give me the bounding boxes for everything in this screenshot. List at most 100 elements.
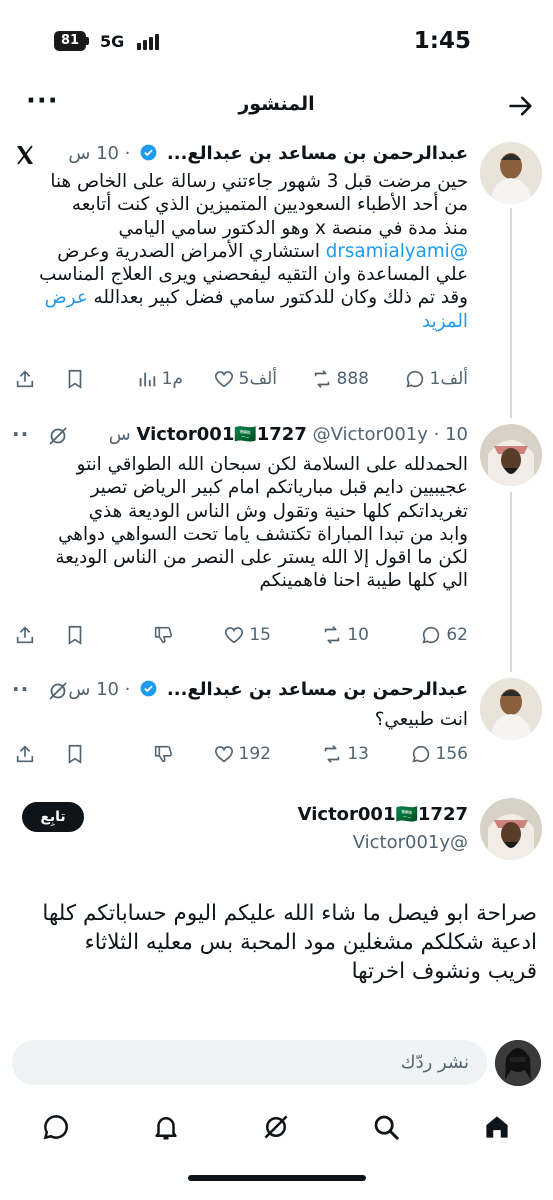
avatar[interactable] [480,142,542,204]
post-text-line: تغريداتكم كلها حنية وتقول وش الناس الودي… [88,500,468,522]
reply-button[interactable]: 62 [420,620,468,650]
page-title: المنشور [238,93,315,115]
search-icon[interactable] [371,1112,401,1142]
post-actions: 1ألف 888 5ألف 1م [0,364,553,394]
home-icon[interactable] [482,1112,512,1142]
post-text-line: الحمدلله على السلامة لكن سبحان الله الطو… [76,454,468,475]
avatar[interactable] [480,798,542,860]
share-icon[interactable] [14,620,36,650]
thread-post[interactable]: عبدالرحمن بن مساعد بن عبدالع... · 10 س ·… [0,676,553,776]
post-text-line: @drsamialyami استشاري الأمراض الصدرية وع… [8,240,468,263]
follow-button[interactable]: تابِع [22,802,84,832]
author-name[interactable]: Victor001🇸🇦1727 [298,804,468,825]
bottom-nav [0,1100,553,1160]
repost-button[interactable]: 13 [321,739,369,769]
mention-link[interactable]: @drsamialyami [326,241,468,262]
post-text-line: وابد من تبدا المباراة تكتشف ياما تحت الس… [58,523,468,545]
reply-icon [406,370,423,388]
arrow-right-icon[interactable] [507,92,535,120]
author-name[interactable]: عبدالرحمن بن مساعد بن عبدالع... [167,143,468,164]
grok-icon[interactable] [261,1112,291,1142]
post-text-fragment: وقد تم ذلك وكان للدكتور سامي فضل كبير بع… [93,287,468,309]
repost-icon [325,626,340,644]
like-count: 15 [249,625,271,645]
avatar[interactable] [480,678,542,740]
author-name[interactable]: Victor001🇸🇦1727 [136,424,306,445]
post-text-line: علي المساعدة وان التقيه ليفحصني ويرى الع… [39,264,468,286]
like-button[interactable]: 192 [213,739,271,769]
more-dots-icon[interactable]: ·· [12,677,29,701]
post-actions: 62 10 15 [0,620,553,650]
views-count: 1م [161,369,183,389]
show-more-link[interactable]: المزيد [8,310,468,333]
show-more-link-start[interactable]: عرض [45,287,88,308]
bookmark-icon[interactable] [64,364,86,394]
thread-post[interactable]: عبدالرحمن بن مساعد بن عبدالع... · 10 س ح… [0,140,553,405]
verified-badge-icon [140,144,157,161]
thread-post[interactable]: Victor001🇸🇦1727 @Victor001y · 10 س ·· ال… [0,420,553,650]
downvote-icon[interactable] [152,739,174,769]
post-text: صراحة ابو فيصل ما شاء الله عليكم اليوم ح… [18,899,537,986]
views-button[interactable]: 1م [136,364,183,394]
post-time: 10 س [68,679,119,700]
more-dots-icon[interactable]: ·· [12,422,29,446]
repost-button[interactable]: 888 [311,364,369,394]
signal-icon [137,34,163,50]
reply-count: 156 [435,744,468,764]
post-text-line: وقد تم ذلك وكان للدكتور سامي فضل كبير بع… [8,286,468,309]
x-logo-icon[interactable] [13,143,37,167]
reply-button[interactable]: 1ألف [404,364,468,394]
author-name[interactable]: عبدالرحمن بن مساعد بن عبدالع... [167,679,468,700]
post-text: حين مرضت قبل 3 شهور جاءتني رسالة على الخ… [8,170,468,333]
post-text-line: لكن ما اقول إلا الله يستر على النصر من ا… [55,547,468,569]
reply-input[interactable]: نشر ردّك [12,1040,487,1085]
battery-tip [86,37,89,45]
notifications-icon[interactable] [151,1112,181,1142]
reply-count: 1ألف [429,369,468,389]
grok-icon[interactable] [46,679,70,703]
author-handle: @Victor001y [312,424,428,445]
reply-icon [411,745,429,763]
like-count: 5ألف [238,369,277,389]
like-button[interactable]: 5ألف [213,364,277,394]
heart-icon [225,627,244,644]
bookmark-icon[interactable] [64,620,86,650]
post-text: انت طبيعي؟ [8,708,468,731]
post-text-line: ادعية شكلكم مشغلين مود المحبة بس معليه ا… [84,930,537,955]
grok-icon[interactable] [46,424,70,448]
author-handle: @Victor001y [352,832,468,853]
post-text-line: منذ مدة في منصة x وهو الدكتور سامي اليام… [118,217,468,239]
like-button[interactable]: 15 [223,620,271,650]
focus-post: Victor001🇸🇦1727 @Victor001y تابِع صراحة … [0,796,553,1026]
share-icon[interactable] [14,739,36,769]
post-meta: عبدالرحمن بن مساعد بن عبدالع... · 10 س [68,143,468,164]
verified-badge-icon [140,680,157,697]
messages-icon[interactable] [41,1112,71,1142]
post-meta: Victor001🇸🇦1727 @Victor001y · 10 س [108,424,468,445]
reply-button[interactable]: 156 [410,739,468,769]
share-icon[interactable] [14,364,36,394]
views-icon [139,372,155,387]
avatar[interactable] [480,424,542,486]
post-text-line: عجيبيين دايم قبل مبارياتكم امام كبير الر… [90,477,468,499]
user-avatar[interactable] [495,1040,541,1086]
repost-count: 888 [336,369,369,389]
repost-count: 13 [347,744,369,764]
downvote-icon[interactable] [152,620,174,650]
post-time: 10 س [68,143,119,164]
reply-count: 62 [446,625,468,645]
reply-icon [422,626,440,644]
heart-icon [214,371,233,388]
repost-count: 10 [347,625,369,645]
heart-icon [214,746,233,763]
post-meta: عبدالرحمن بن مساعد بن عبدالع... · 10 س [68,679,468,700]
post-text-line: قريب ونشوف اخرتها [351,959,537,984]
post-text: الحمدلله على السلامة لكن سبحان الله الطو… [8,453,468,593]
status-time: 1:45 [413,28,471,54]
reply-bar: نشر ردّك [0,1030,553,1094]
post-text-line: حين مرضت قبل 3 شهور جاءتني رسالة على الخ… [50,171,468,192]
bookmark-icon[interactable] [64,739,86,769]
post-actions: 156 13 192 [0,739,553,769]
status-bar: 81 5G 1:45 [0,0,553,80]
repost-button[interactable]: 10 [321,620,369,650]
